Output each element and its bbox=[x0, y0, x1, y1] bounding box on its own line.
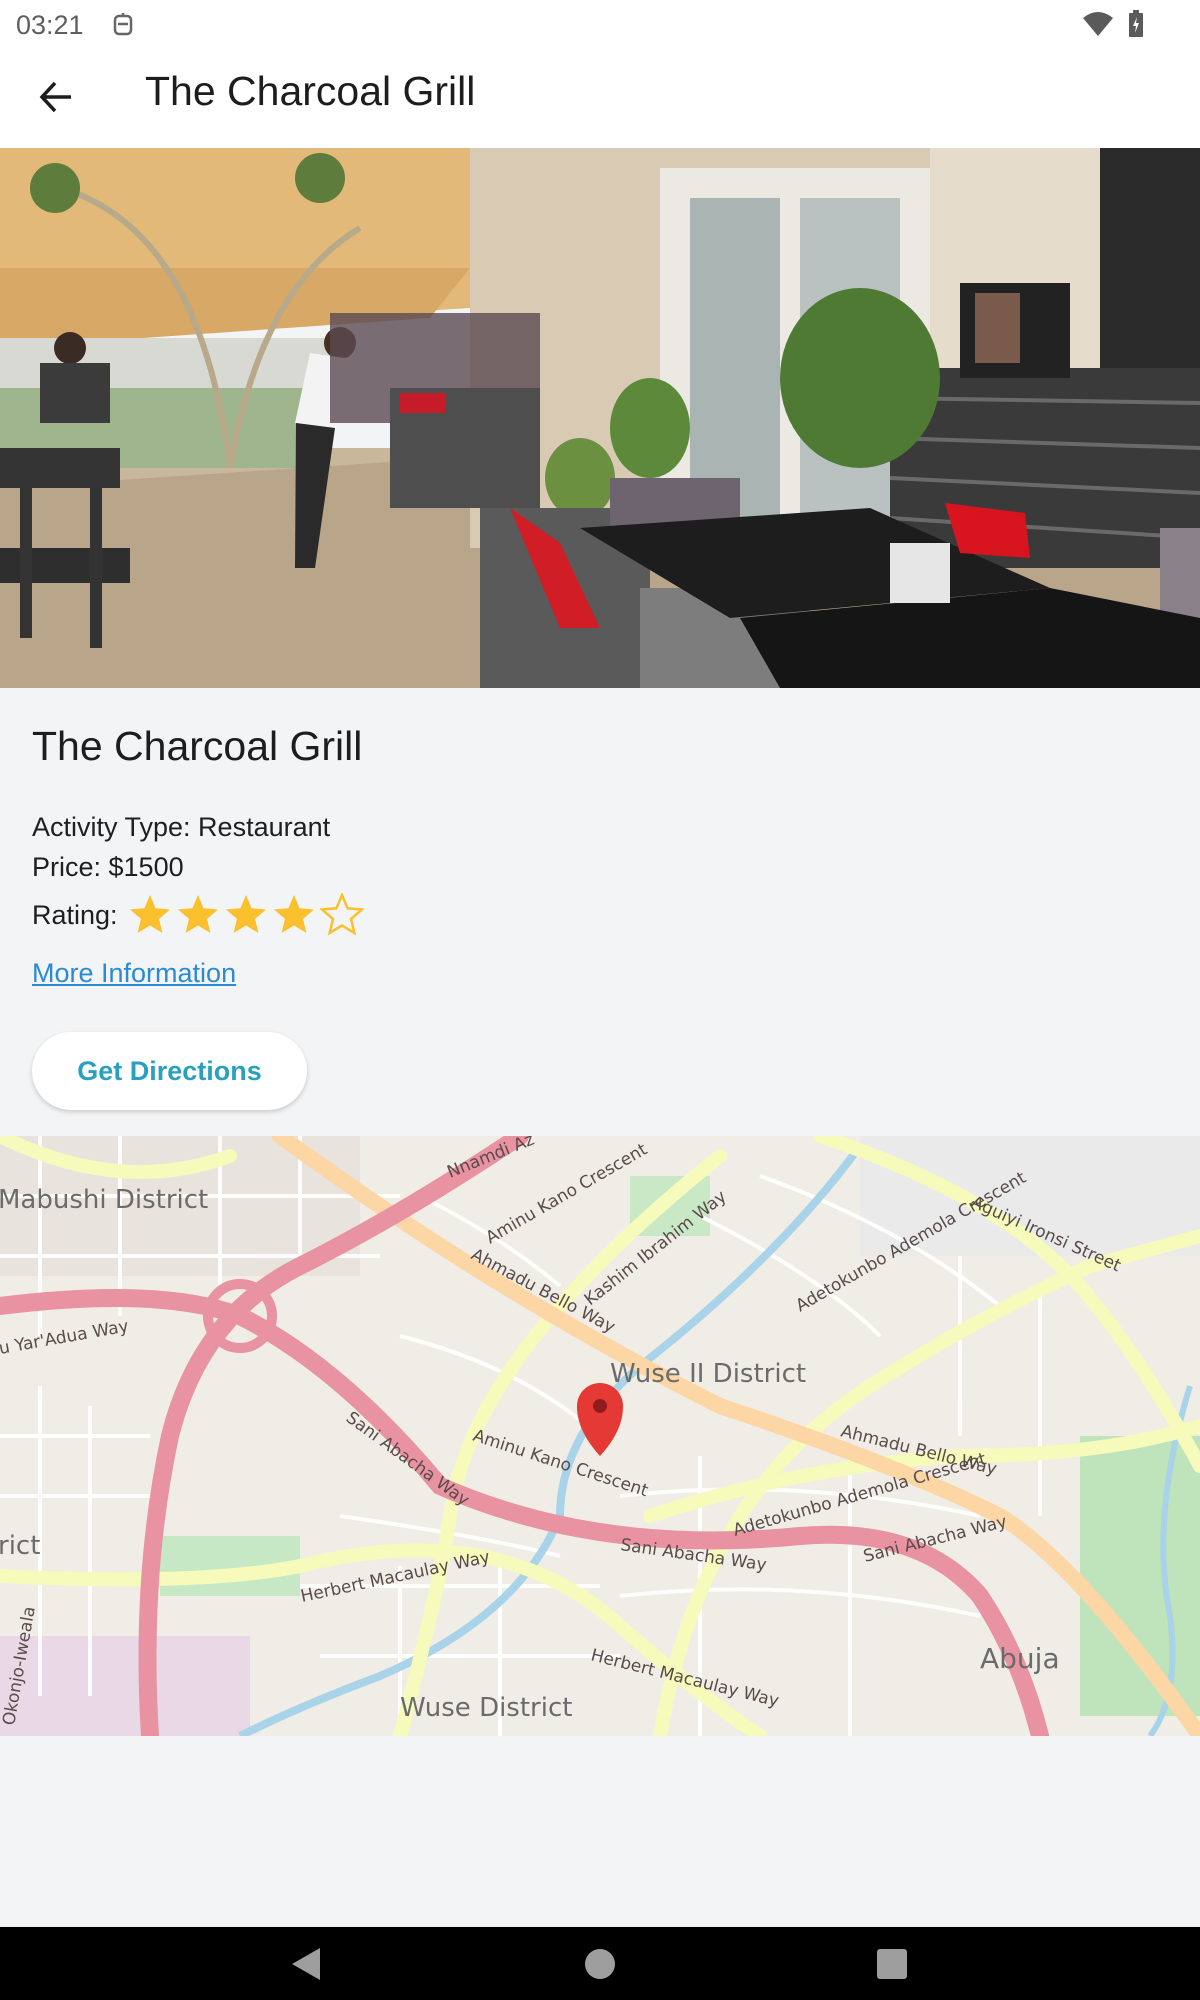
map-illustration: Mabushi District Wuse II District Wuse D… bbox=[0, 1136, 1200, 1736]
more-information-link[interactable]: More Information bbox=[32, 958, 236, 989]
back-button[interactable] bbox=[28, 69, 84, 125]
star-filled-icon bbox=[177, 895, 218, 933]
rating-row: Rating: bbox=[32, 893, 364, 937]
activity-type: Activity Type: Restaurant bbox=[32, 812, 331, 842]
get-directions-button[interactable]: Get Directions bbox=[32, 1032, 307, 1110]
status-time: 03:21 bbox=[16, 9, 84, 40]
star-filled-icon bbox=[225, 895, 266, 933]
star-filled-icon bbox=[129, 895, 170, 933]
wifi-icon bbox=[1083, 12, 1113, 36]
app-bar: The Charcoal Grill bbox=[0, 50, 1200, 148]
map-label-mabushi: Mabushi District bbox=[0, 1185, 208, 1215]
place-name: The Charcoal Grill bbox=[32, 723, 363, 769]
app-title: The Charcoal Grill bbox=[145, 68, 476, 114]
system-nav-bar bbox=[0, 1927, 1200, 2000]
star-filled-icon bbox=[273, 895, 314, 933]
rating-stars bbox=[128, 893, 364, 937]
rating-label: Rating: bbox=[32, 899, 118, 930]
nav-back-icon[interactable] bbox=[284, 1942, 328, 1986]
battery-icon bbox=[1129, 10, 1143, 37]
map-label-wuse: Wuse District bbox=[400, 1693, 572, 1723]
restaurant-photo bbox=[0, 148, 1200, 688]
map-view[interactable]: Mabushi District Wuse II District Wuse D… bbox=[0, 1136, 1200, 1736]
map-label-rict: rict bbox=[0, 1531, 40, 1561]
status-bar: 03:21 bbox=[0, 0, 1200, 50]
nav-home-icon[interactable] bbox=[578, 1942, 622, 1986]
nav-recents-icon[interactable] bbox=[870, 1942, 914, 1986]
notification-icon bbox=[113, 13, 132, 36]
star-empty-icon bbox=[319, 893, 364, 936]
map-label-wuse2: Wuse II District bbox=[610, 1359, 806, 1389]
arrow-back-icon bbox=[39, 81, 71, 113]
restaurant-photo-illustration bbox=[0, 148, 1200, 688]
status-icons bbox=[1082, 10, 1144, 38]
price: Price: $1500 bbox=[32, 852, 184, 882]
map-label-abuja: Abuja bbox=[980, 1642, 1060, 1675]
